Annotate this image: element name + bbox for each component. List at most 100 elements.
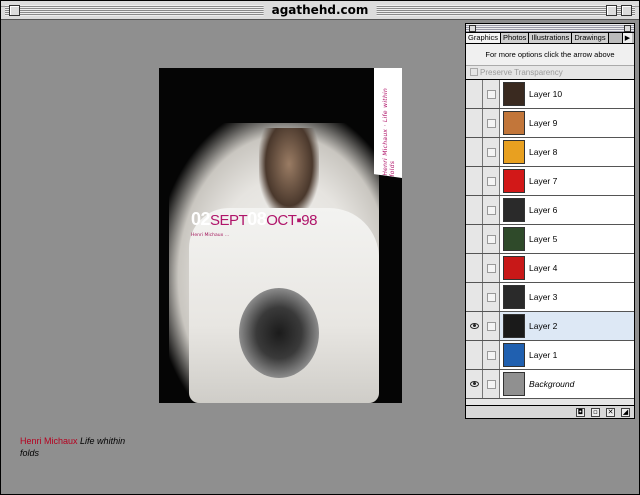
poster-hole xyxy=(239,288,319,378)
mask-button[interactable]: ◘ xyxy=(576,407,585,417)
layer-name: Layer 8 xyxy=(529,147,558,157)
visibility-toggle[interactable] xyxy=(466,167,483,195)
eye-icon xyxy=(469,381,479,387)
layer-thumbnail xyxy=(503,82,525,106)
link-toggle[interactable] xyxy=(483,312,500,340)
new-layer-button[interactable]: ▫ xyxy=(591,407,600,417)
layer-name: Layer 6 xyxy=(529,205,558,215)
link-box-icon xyxy=(486,234,496,244)
link-toggle[interactable] xyxy=(483,138,500,166)
artist-name[interactable]: Henri Michaux xyxy=(20,436,78,446)
link-toggle[interactable] xyxy=(483,254,500,282)
poster-vertical-text: Henri Michaux · Life within folds xyxy=(382,87,396,178)
link-box-icon xyxy=(486,292,496,302)
layer-thumbnail xyxy=(503,140,525,164)
visibility-toggle[interactable] xyxy=(466,370,483,398)
layer-name: Background xyxy=(529,379,575,389)
tab-illustrations[interactable]: Illustrations xyxy=(529,33,573,43)
tab-drawings[interactable]: Drawings xyxy=(572,33,609,43)
layer-name: Layer 2 xyxy=(529,321,558,331)
collapse-box-icon[interactable] xyxy=(621,5,632,16)
link-toggle[interactable] xyxy=(483,283,500,311)
layer-row[interactable]: Background xyxy=(466,370,634,399)
palette-title-bar[interactable] xyxy=(466,24,634,33)
preserve-transparency: Preserve Transparency xyxy=(466,66,634,80)
poster-strip: Henri Michaux · Life within folds xyxy=(374,68,402,178)
layer-name: Layer 5 xyxy=(529,234,558,244)
visibility-toggle[interactable] xyxy=(466,138,483,166)
layer-thumbnail xyxy=(503,372,525,396)
layer-row[interactable]: Layer 8 xyxy=(466,138,634,167)
poster-head xyxy=(259,128,319,218)
link-toggle[interactable] xyxy=(483,167,500,195)
palette-footer: ◘ ▫ ✕ ◢ xyxy=(466,405,634,418)
link-toggle[interactable] xyxy=(483,370,500,398)
poster-image: Henri Michaux · Life within folds 02SEPT… xyxy=(159,68,402,403)
layer-thumbnail xyxy=(503,314,525,338)
visibility-toggle[interactable] xyxy=(466,225,483,253)
palette-menu-arrow-icon[interactable]: ▶ xyxy=(622,33,632,43)
palette-tabs: Graphics Photos Illustrations Drawings ▶ xyxy=(466,33,634,44)
layer-row[interactable]: Layer 2 xyxy=(466,312,634,341)
layer-row[interactable]: Layer 6 xyxy=(466,196,634,225)
visibility-toggle[interactable] xyxy=(466,80,483,108)
layer-row[interactable]: Layer 9 xyxy=(466,109,634,138)
link-box-icon xyxy=(486,321,496,331)
palette-resize-icon[interactable]: ◢ xyxy=(621,407,630,417)
layer-name: Layer 7 xyxy=(529,176,558,186)
link-toggle[interactable] xyxy=(483,80,500,108)
link-box-icon xyxy=(486,350,496,360)
layer-thumbnail xyxy=(503,285,525,309)
visibility-toggle[interactable] xyxy=(466,109,483,137)
link-toggle[interactable] xyxy=(483,196,500,224)
tab-photos[interactable]: Photos xyxy=(501,33,530,43)
layer-row[interactable]: Layer 10 xyxy=(466,80,634,109)
link-toggle[interactable] xyxy=(483,341,500,369)
layer-row[interactable]: Layer 7 xyxy=(466,167,634,196)
layer-name: Layer 1 xyxy=(529,350,558,360)
poster-caption: Henri Michaux … xyxy=(191,233,230,238)
window-title: agathehd.com xyxy=(263,2,377,19)
layer-thumbnail xyxy=(503,256,525,280)
layer-row[interactable]: Layer 5 xyxy=(466,225,634,254)
palette-close-icon[interactable] xyxy=(469,25,476,32)
tab-graphics[interactable]: Graphics xyxy=(466,33,502,43)
poster-dates: 02SEPT08OCT▪98 xyxy=(191,209,317,229)
link-box-icon xyxy=(486,89,496,99)
layer-thumbnail xyxy=(503,198,525,222)
link-box-icon xyxy=(486,205,496,215)
trash-icon[interactable]: ✕ xyxy=(606,407,615,417)
link-toggle[interactable] xyxy=(483,225,500,253)
link-box-icon xyxy=(486,176,496,186)
link-box-icon xyxy=(486,263,496,273)
browser-window: agathehd.com Henri Michaux · Life within… xyxy=(0,0,640,495)
layer-row[interactable]: Layer 1 xyxy=(466,341,634,370)
layer-row[interactable]: Layer 3 xyxy=(466,283,634,312)
title-bar[interactable]: agathehd.com xyxy=(1,1,639,20)
visibility-toggle[interactable] xyxy=(466,196,483,224)
visibility-toggle[interactable] xyxy=(466,283,483,311)
link-box-icon xyxy=(486,118,496,128)
visibility-toggle[interactable] xyxy=(466,312,483,340)
layers-palette: Graphics Photos Illustrations Drawings ▶… xyxy=(465,23,635,419)
palette-collapse-icon[interactable] xyxy=(624,25,631,32)
visibility-toggle[interactable] xyxy=(466,254,483,282)
layer-thumbnail xyxy=(503,343,525,367)
layer-thumbnail xyxy=(503,111,525,135)
link-box-icon xyxy=(486,147,496,157)
layer-name: Layer 3 xyxy=(529,292,558,302)
layer-name: Layer 4 xyxy=(529,263,558,273)
layer-name: Layer 9 xyxy=(529,118,558,128)
eye-icon xyxy=(469,323,479,329)
palette-hint: For more options click the arrow above xyxy=(466,44,634,66)
close-box-icon[interactable] xyxy=(9,5,20,16)
link-toggle[interactable] xyxy=(483,109,500,137)
layer-row[interactable]: Layer 4 xyxy=(466,254,634,283)
preserve-transparency-checkbox xyxy=(470,68,478,76)
zoom-box-icon[interactable] xyxy=(606,5,617,16)
link-box-icon xyxy=(486,379,496,389)
visibility-toggle[interactable] xyxy=(466,341,483,369)
layer-thumbnail xyxy=(503,227,525,251)
layer-name: Layer 10 xyxy=(529,89,563,99)
preserve-transparency-label: Preserve Transparency xyxy=(480,68,563,77)
